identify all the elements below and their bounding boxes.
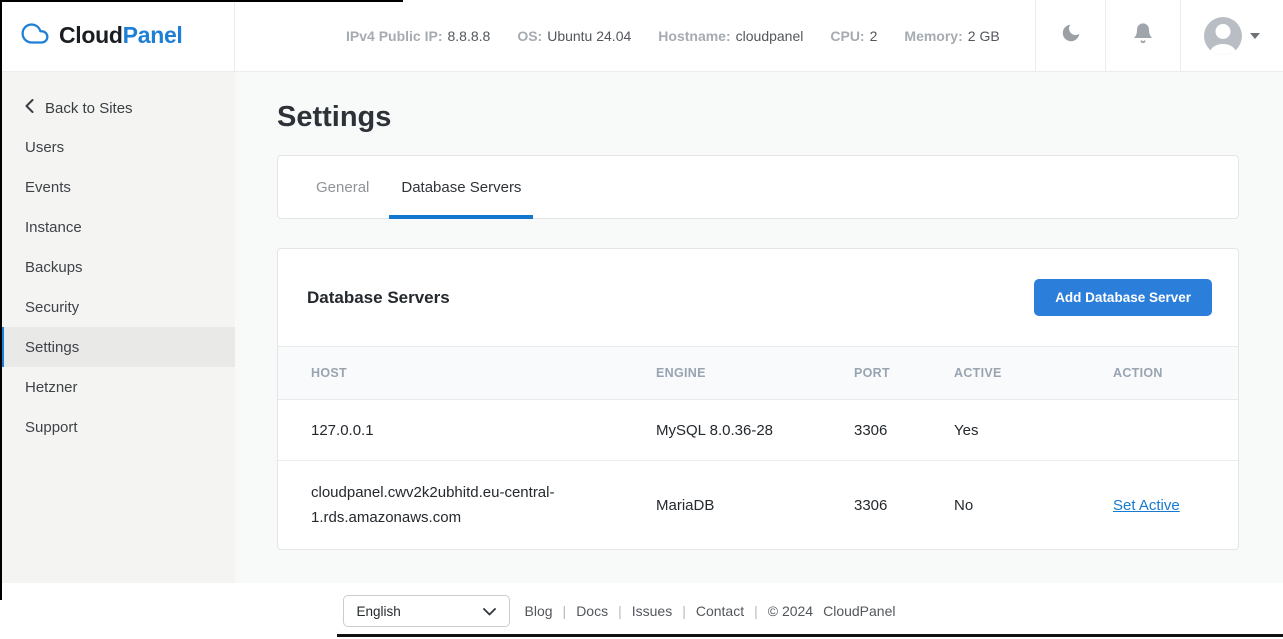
database-servers-card: Database Servers Add Database Server HOS… — [277, 248, 1239, 550]
language-select-value: English — [357, 604, 401, 619]
moon-icon — [1060, 22, 1082, 49]
sidebar-item-support[interactable]: Support — [0, 407, 235, 447]
host-cell: 127.0.0.1 — [278, 400, 656, 461]
table-row: cloudpanel.cwv2k2ubhitd.eu-central-1.rds… — [278, 461, 1238, 550]
back-to-sites-link[interactable]: Back to Sites — [0, 89, 235, 127]
engine-cell: MySQL 8.0.36-28 — [656, 400, 854, 461]
card-header: Database Servers Add Database Server — [278, 249, 1238, 346]
cloudpanel-app: CloudPanel IPv4 Public IP:8.8.8.8 OS:Ubu… — [0, 0, 1283, 639]
action-cell — [1113, 400, 1238, 461]
add-database-server-button[interactable]: Add Database Server — [1034, 279, 1212, 316]
sidebar-item-security[interactable]: Security — [0, 287, 235, 327]
sidebar-item-events[interactable]: Events — [0, 167, 235, 207]
settings-tabs: General Database Servers — [277, 155, 1239, 219]
copyright-text: © 2024 — [768, 603, 813, 619]
top-header: CloudPanel IPv4 Public IP:8.8.8.8 OS:Ubu… — [0, 0, 1283, 72]
separator: | — [563, 603, 567, 619]
stat-hostname: Hostname:cloudpanel — [658, 28, 803, 44]
logo[interactable]: CloudPanel — [0, 0, 235, 71]
logo-text: CloudPanel — [59, 22, 183, 49]
screenshot-edge-left — [0, 0, 2, 600]
page-title: Settings — [277, 99, 1239, 135]
database-servers-table: HOST ENGINE PORT ACTIVE ACTION 127.0.0.1… — [278, 346, 1238, 549]
set-active-link[interactable]: Set Active — [1113, 497, 1180, 514]
chevron-down-icon — [1250, 33, 1260, 39]
notifications-button[interactable] — [1105, 0, 1180, 71]
bell-icon — [1132, 22, 1154, 49]
table-header-row: HOST ENGINE PORT ACTIVE ACTION — [278, 347, 1238, 400]
footer-brand: CloudPanel — [823, 603, 895, 619]
screenshot-edge-bottom — [337, 634, 1283, 637]
header-actions — [1035, 0, 1283, 71]
separator: | — [754, 603, 758, 619]
port-cell: 3306 — [854, 461, 954, 550]
separator: | — [618, 603, 622, 619]
server-stats: IPv4 Public IP:8.8.8.8 OS:Ubuntu 24.04 H… — [346, 0, 1000, 71]
language-select[interactable]: English — [343, 595, 510, 627]
blog-link[interactable]: Blog — [525, 603, 553, 619]
docs-link[interactable]: Docs — [576, 603, 608, 619]
column-header-active: ACTIVE — [954, 347, 1113, 400]
main-content: Settings General Database Servers Databa… — [235, 72, 1283, 583]
tab-general[interactable]: General — [304, 156, 381, 218]
stat-ipv4: IPv4 Public IP:8.8.8.8 — [346, 28, 490, 44]
column-header-engine: ENGINE — [656, 347, 854, 400]
action-cell: Set Active — [1113, 461, 1238, 550]
issues-link[interactable]: Issues — [632, 603, 672, 619]
separator: | — [682, 603, 686, 619]
column-header-host: HOST — [278, 347, 656, 400]
avatar — [1204, 17, 1242, 55]
sidebar-item-settings[interactable]: Settings — [0, 327, 235, 367]
footer-links: Blog | Docs | Issues | Contact | © 2024 … — [525, 603, 896, 619]
chevron-left-icon — [25, 99, 34, 117]
sidebar-item-instance[interactable]: Instance — [0, 207, 235, 247]
active-cell: No — [954, 461, 1113, 550]
column-header-action: ACTION — [1113, 347, 1238, 400]
stat-memory: Memory:2 GB — [904, 28, 999, 44]
sidebar-item-hetzner[interactable]: Hetzner — [0, 367, 235, 407]
contact-link[interactable]: Contact — [696, 603, 744, 619]
sidebar: Back to Sites Users Events Instance Back… — [0, 72, 235, 583]
dark-mode-toggle[interactable] — [1035, 0, 1105, 71]
cloud-logo-icon — [20, 20, 50, 52]
sidebar-item-backups[interactable]: Backups — [0, 247, 235, 287]
port-cell: 3306 — [854, 400, 954, 461]
active-cell: Yes — [954, 400, 1113, 461]
chevron-down-icon — [483, 604, 496, 619]
engine-cell: MariaDB — [656, 461, 854, 550]
column-header-port: PORT — [854, 347, 954, 400]
back-to-sites-label: Back to Sites — [45, 100, 133, 117]
card-title: Database Servers — [307, 288, 450, 308]
stat-os: OS:Ubuntu 24.04 — [517, 28, 631, 44]
user-menu[interactable] — [1180, 0, 1283, 71]
footer: English Blog | Docs | Issues | Contact |… — [0, 583, 1283, 639]
table-row: 127.0.0.1 MySQL 8.0.36-28 3306 Yes — [278, 400, 1238, 461]
screenshot-edge-top — [0, 0, 403, 2]
tab-database-servers[interactable]: Database Servers — [389, 156, 533, 218]
stat-cpu: CPU:2 — [830, 28, 877, 44]
sidebar-item-users[interactable]: Users — [0, 127, 235, 167]
host-cell: cloudpanel.cwv2k2ubhitd.eu-central-1.rds… — [278, 461, 656, 550]
